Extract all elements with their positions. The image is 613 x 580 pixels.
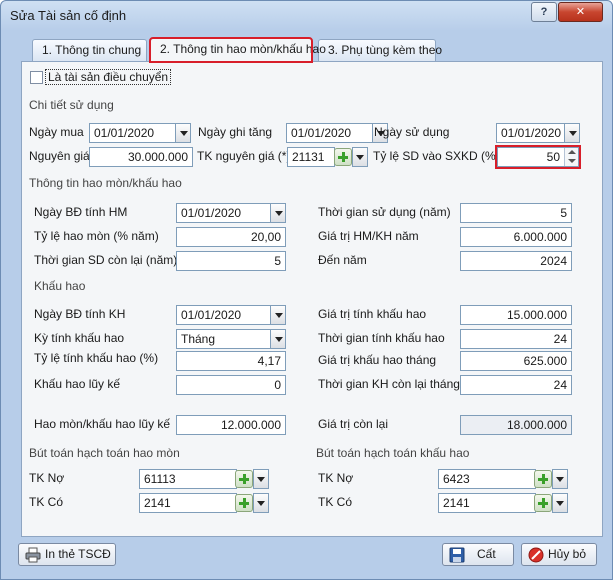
total-accumulated-label: Hao mòn/khấu hao lũy kế — [34, 417, 171, 431]
use-date-label: Ngày sử dụng — [374, 125, 450, 139]
remaining-months-field[interactable]: 24 — [460, 375, 572, 395]
transfer-checkbox[interactable] — [30, 71, 43, 84]
use-years-field[interactable]: 5 — [460, 203, 572, 223]
ratio-field[interactable]: 50 — [495, 145, 581, 169]
accumulated-amort-label: Khấu hao lũy kế — [34, 377, 121, 391]
tab-panel: Là tài sản điều chuyển Chi tiết sử dụng … — [21, 61, 603, 537]
floppy-disk-icon — [449, 547, 465, 563]
cancel-label: Hủy bỏ — [548, 547, 587, 561]
amort-months-label: Thời gian tính khấu hao — [318, 331, 445, 345]
amort-credit-label: TK Có — [318, 495, 353, 509]
accumulated-amort-field[interactable]: 0 — [176, 375, 286, 395]
cost-label: Nguyên giá — [29, 149, 90, 163]
cost-field[interactable]: 30.000.000 — [89, 147, 193, 167]
edit-asset-dialog: Sửa Tài sản cố định ? ✕ 1. Thông tin chu… — [0, 0, 613, 580]
end-year-label: Đến năm — [318, 253, 367, 267]
base-value-field[interactable]: 15.000.000 — [460, 305, 572, 325]
ratio-label: Tỷ lệ SD vào SXKD (%) — [373, 149, 500, 163]
add-wear-debit-icon[interactable] — [235, 470, 253, 488]
annual-value-label: Giá trị HM/KH năm — [318, 229, 419, 243]
usage-section-title: Chi tiết sử dụng — [29, 98, 114, 112]
cancel-button[interactable]: Hủy bỏ — [521, 543, 597, 566]
dep-remaining-label: Thời gian SD còn lại (năm) — [34, 253, 178, 267]
amort-start-date-label: Ngày BĐ tính KH — [34, 307, 126, 321]
amort-debit-dropdown[interactable] — [552, 469, 568, 489]
wear-credit-label: TK Có — [29, 495, 64, 509]
amort-entry-section-title: Bút toán hạch toán khấu hao — [316, 446, 470, 460]
dep-rate-label: Tỷ lệ hao mòn (% năm) — [34, 229, 159, 243]
purchase-date-label: Ngày mua — [29, 125, 84, 139]
add-amort-debit-icon[interactable] — [534, 470, 552, 488]
residual-value-field: 18.000.000 — [460, 415, 572, 435]
amortization-section-title: Khấu hao — [34, 279, 86, 293]
tab-depreciation-info[interactable]: 2. Thông tin hao mòn/khấu hao — [149, 37, 326, 63]
wear-credit-dropdown[interactable] — [253, 493, 269, 513]
print-card-button[interactable]: In thẻ TSCĐ — [18, 543, 116, 566]
amort-rate-label: Tỷ lệ tính khấu hao (%) — [34, 351, 159, 365]
monthly-value-field[interactable]: 625.000 — [460, 351, 572, 371]
dep-start-date-dropdown[interactable] — [270, 204, 285, 222]
annual-value-field[interactable]: 6.000.000 — [460, 227, 572, 247]
purchase-date-dropdown[interactable] — [175, 124, 190, 142]
use-date-field[interactable]: 01/01/2020 — [496, 123, 580, 143]
save-label: Cất — [477, 547, 496, 561]
close-button[interactable]: ✕ — [558, 2, 603, 22]
help-button[interactable]: ? — [531, 2, 557, 22]
amort-months-field[interactable]: 24 — [460, 329, 572, 349]
period-label: Kỳ tính khấu hao — [34, 331, 125, 345]
tab-spare-parts[interactable]: 3. Phụ tùng kèm theo — [318, 39, 442, 61]
total-accumulated-field[interactable]: 12.000.000 — [176, 415, 286, 435]
dep-start-date-label: Ngày BĐ tính HM — [34, 205, 128, 219]
window-title: Sửa Tài sản cố định — [10, 8, 127, 23]
depreciation-section-title: Thông tin hao mòn/khấu hao — [29, 176, 182, 190]
cancel-icon — [528, 547, 544, 563]
dep-start-date-field[interactable]: 01/01/2020 — [176, 203, 286, 223]
wear-debit-field[interactable]: 61113 — [139, 469, 237, 489]
add-cost-account-icon[interactable] — [334, 148, 352, 166]
increase-date-label: Ngày ghi tăng — [198, 125, 273, 139]
save-button[interactable]: Cất — [442, 543, 514, 566]
cost-account-label: TK nguyên giá (*) — [197, 149, 291, 163]
print-card-label: In thẻ TSCĐ — [45, 547, 111, 561]
base-value-label: Giá trị tính khấu hao — [318, 307, 427, 321]
tab-general-info[interactable]: 1. Thông tin chung — [32, 39, 147, 61]
cost-account-dropdown[interactable] — [352, 147, 368, 167]
add-wear-credit-icon[interactable] — [235, 494, 253, 512]
transfer-checkbox-label[interactable]: Là tài sản điều chuyển — [44, 69, 172, 85]
amort-debit-label: TK Nợ — [318, 471, 354, 485]
add-amort-credit-icon[interactable] — [534, 494, 552, 512]
ratio-spinner[interactable] — [564, 148, 578, 166]
dep-remaining-field[interactable]: 5 — [176, 251, 286, 271]
purchase-date-field[interactable]: 01/01/2020 — [89, 123, 191, 143]
monthly-value-label: Giá trị khấu hao tháng — [318, 353, 437, 367]
amort-credit-field[interactable]: 2141 — [438, 493, 536, 513]
amort-credit-dropdown[interactable] — [552, 493, 568, 513]
wear-debit-dropdown[interactable] — [253, 469, 269, 489]
dep-rate-field[interactable]: 20,00 — [176, 227, 286, 247]
use-date-dropdown[interactable] — [564, 124, 579, 142]
residual-value-label: Giá trị còn lại — [318, 417, 389, 431]
amort-start-date-dropdown[interactable] — [270, 306, 285, 324]
printer-icon — [25, 547, 41, 563]
use-years-label: Thời gian sử dụng (năm) — [318, 205, 451, 219]
title-bar: Sửa Tài sản cố định ? ✕ — [1, 1, 612, 31]
remaining-months-label: Thời gian KH còn lại tháng — [318, 377, 460, 391]
increase-date-field[interactable]: 01/01/2020 — [286, 123, 388, 143]
amort-start-date-field[interactable]: 01/01/2020 — [176, 305, 286, 325]
wear-debit-label: TK Nợ — [29, 471, 65, 485]
cost-account-field[interactable]: 21131 — [287, 147, 335, 167]
amort-rate-field[interactable]: 4,17 — [176, 351, 286, 371]
wear-credit-field[interactable]: 2141 — [139, 493, 237, 513]
amort-debit-field[interactable]: 6423 — [438, 469, 536, 489]
period-select[interactable]: Tháng — [176, 329, 286, 349]
wear-entry-section-title: Bút toán hạch toán hao mòn — [29, 446, 180, 460]
end-year-field[interactable]: 2024 — [460, 251, 572, 271]
period-dropdown[interactable] — [270, 330, 285, 348]
